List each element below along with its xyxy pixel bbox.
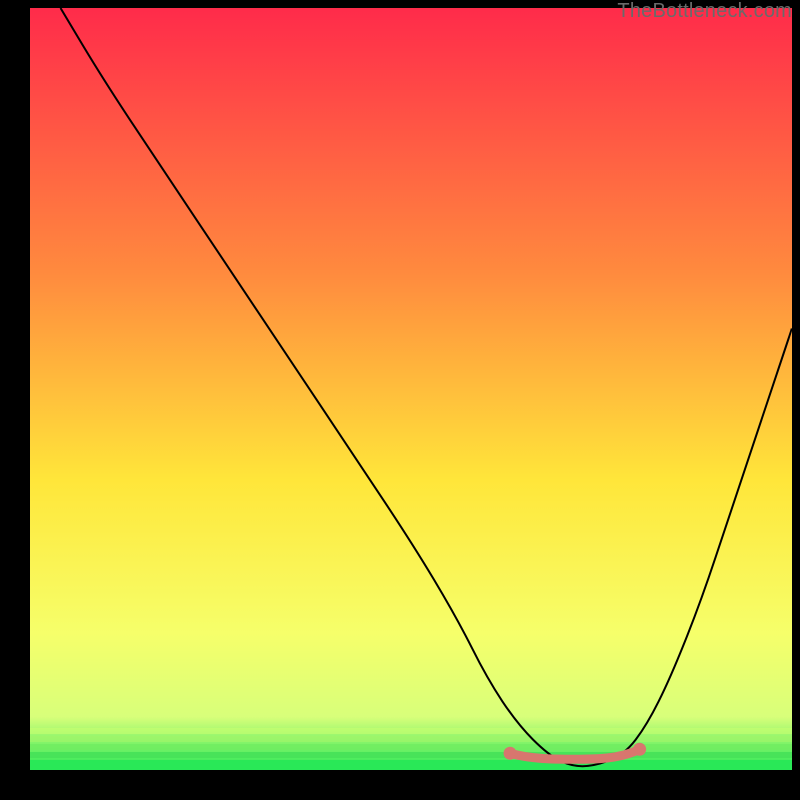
chart-frame: TheBottleneck.com bbox=[0, 0, 800, 800]
watermark-text: TheBottleneck.com bbox=[617, 0, 792, 23]
gradient-background bbox=[30, 8, 792, 770]
bottleneck-plot bbox=[30, 8, 792, 770]
